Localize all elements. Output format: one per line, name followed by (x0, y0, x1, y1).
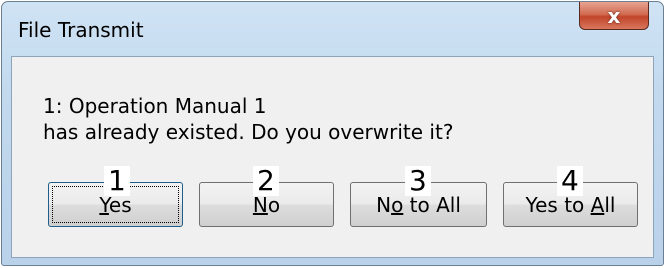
dialog-title: File Transmit (18, 18, 144, 42)
message-line-1: 1: Operation Manual 1 (43, 94, 267, 118)
close-button[interactable]: x (579, 2, 649, 30)
dialog-content: 1: Operation Manual 1 has already existe… (11, 56, 654, 258)
dialog-window: File Transmit x 1: Operation Manual 1 ha… (1, 1, 664, 266)
message-text: 1: Operation Manual 1 has already existe… (43, 93, 453, 145)
callout-4: 4 (557, 166, 583, 196)
callout-1: 1 (104, 166, 130, 196)
title-bar[interactable]: File Transmit x (2, 2, 663, 56)
message-line-2: has already existed. Do you overwrite it… (43, 120, 454, 144)
callout-3: 3 (405, 166, 431, 196)
close-icon: x (607, 3, 621, 28)
callout-2: 2 (253, 166, 279, 196)
